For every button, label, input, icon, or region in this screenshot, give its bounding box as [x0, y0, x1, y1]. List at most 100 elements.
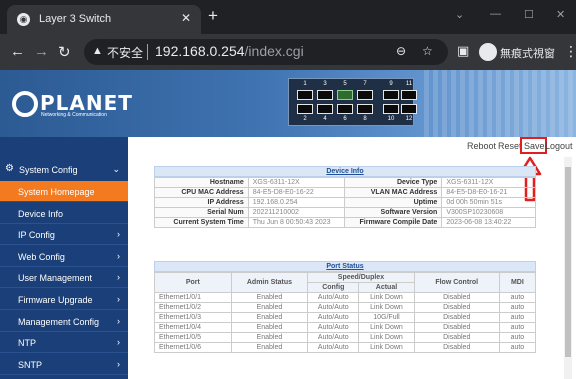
switch-port-10[interactable]	[383, 104, 399, 114]
incognito-label[interactable]: 無痕式視窗	[500, 45, 555, 61]
sidebar-item-sntp[interactable]: SNTP ›	[0, 354, 128, 375]
mdi: auto	[498, 302, 537, 313]
scrollbar-thumb[interactable]	[565, 167, 571, 357]
switch-port-5[interactable]	[337, 90, 353, 100]
browser-tab[interactable]: ◉ Layer 3 Switch ✕	[7, 5, 201, 34]
field-value: 2023-06-08 13:40:22	[441, 217, 536, 228]
sidebar-item-management-config[interactable]: Management Config ›	[0, 311, 128, 332]
speed-actual: Link Down	[358, 342, 415, 353]
forward-icon[interactable]: →	[34, 43, 49, 60]
city-graphic	[424, 70, 576, 137]
switch-port-2[interactable]	[297, 104, 313, 114]
browser-toolbar: ← → ↻ ▲ 不安全 192.168.0.254/index.cgi ⊖ ☆ …	[0, 34, 576, 70]
col-admin-status: Admin Status	[230, 272, 309, 293]
switch-port-4[interactable]	[317, 104, 333, 114]
field-value: V300SP10230608	[441, 207, 536, 218]
switch-port-3[interactable]	[317, 90, 333, 100]
port-number: 3	[323, 81, 327, 87]
field-label: Serial Num	[154, 207, 249, 218]
close-window-icon[interactable]: ✕	[556, 8, 565, 21]
col-config: Config	[307, 282, 360, 293]
tab-search-icon[interactable]: ⌄	[455, 8, 464, 21]
switch-port-7[interactable]	[357, 90, 373, 100]
table-row: Serial Num 202211210002 Software Version V3…	[154, 207, 536, 218]
sidebar-group-system-config[interactable]: ⚙ System Config ⌄	[0, 159, 128, 181]
sidebar-item-web-config[interactable]: Web Config ›	[0, 246, 128, 267]
sidebar-item-label: Firmware Upgrade	[18, 295, 93, 305]
minimize-icon[interactable]: —	[490, 8, 501, 20]
switch-port-1[interactable]	[297, 90, 313, 100]
reboot-link[interactable]: Reboot	[467, 141, 496, 151]
admin-status: Enabled	[230, 342, 309, 353]
save-link[interactable]: Save	[524, 141, 545, 151]
sidebar-group-label: System Config	[19, 165, 78, 175]
sidebar-item-user-management[interactable]: User Management ›	[0, 267, 128, 289]
port-name: Ethernet1/0/2	[154, 302, 232, 313]
reload-icon[interactable]: ↻	[58, 43, 71, 61]
sidebar-item-firmware-upgrade[interactable]: Firmware Upgrade ›	[0, 289, 128, 310]
sidebar-item-device-info[interactable]: Device Info	[0, 203, 128, 224]
incognito-icon[interactable]	[479, 43, 497, 61]
admin-status: Enabled	[230, 312, 309, 323]
admin-status: Enabled	[230, 332, 309, 343]
sidebar-item-label: Web Config	[18, 251, 65, 262]
close-tab-icon[interactable]: ✕	[181, 11, 191, 25]
port-number: 4	[323, 116, 327, 122]
switch-port-6[interactable]	[337, 104, 353, 114]
col-actual: Actual	[358, 282, 415, 293]
reset-link[interactable]: Reset	[498, 141, 522, 151]
speed-actual: 10G/Full	[358, 312, 415, 323]
mdi: auto	[498, 342, 537, 353]
port-status-table: Port Admin Status Speed/Duplex Flow Cont…	[154, 272, 537, 353]
port-number: 5	[343, 81, 347, 87]
port-name: Ethernet1/0/3	[154, 312, 232, 323]
sidebar-item-ip-config[interactable]: IP Config ›	[0, 224, 128, 246]
address-bar[interactable]: ▲ 不安全 192.168.0.254/index.cgi ⊖ ☆	[84, 39, 448, 65]
field-label: VLAN MAC Address	[343, 187, 443, 198]
mdi: auto	[498, 292, 537, 303]
speed-actual: Link Down	[358, 292, 415, 303]
col-port: Port	[154, 272, 232, 293]
more-menu-icon[interactable]: ⋮	[564, 43, 576, 60]
port-name: Ethernet1/0/1	[154, 292, 232, 303]
bookmark-star-icon[interactable]: ☆	[422, 44, 433, 58]
switch-port-12[interactable]	[401, 104, 417, 114]
insecure-label[interactable]: 不安全	[107, 44, 143, 61]
sidebar-item-label: Management Config	[18, 316, 100, 327]
zoom-icon[interactable]: ⊖	[396, 44, 406, 58]
new-tab-icon[interactable]: +	[208, 6, 218, 26]
table-row: Ethernet1/0/5 Enabled Auto/Auto Link Down Di…	[154, 332, 537, 343]
device-info-title[interactable]: Device Info	[154, 166, 536, 177]
table-row: Ethernet1/0/1 Enabled Auto/Auto Link Down Di…	[154, 292, 537, 303]
flow-control: Disabled	[413, 322, 500, 333]
flow-control: Disabled	[413, 342, 500, 353]
port-number: 1	[303, 81, 307, 87]
flow-control: Disabled	[413, 302, 500, 313]
sidebar-item-ntp[interactable]: NTP ›	[0, 332, 128, 354]
table-row: Hostname XGS-6311-12X Device Type XGS-6311-…	[154, 177, 536, 188]
chevron-right-icon: ›	[117, 294, 120, 304]
switch-port-8[interactable]	[357, 104, 373, 114]
port-number: 10	[387, 116, 395, 122]
port-status-title[interactable]: Port Status	[154, 261, 536, 272]
switch-port-9[interactable]	[383, 90, 399, 100]
port-number: 12	[405, 116, 413, 122]
col-mdi: MDI	[498, 272, 537, 293]
browser-tab-strip: ◉ Layer 3 Switch ✕ + ⌄ — ☐ ✕	[0, 0, 576, 34]
flow-control: Disabled	[413, 312, 500, 323]
logout-link[interactable]: Logout	[545, 141, 573, 151]
field-value: 192.168.0.254	[247, 197, 345, 208]
field-label: Device Type	[343, 177, 443, 188]
switch-port-11[interactable]	[401, 90, 417, 100]
maximize-icon[interactable]: ☐	[524, 8, 534, 21]
speed-actual: Link Down	[358, 302, 415, 313]
back-icon[interactable]: ←	[10, 43, 25, 60]
sidebar-item-system-homepage[interactable]: System Homepage	[0, 181, 128, 202]
table-row: Ethernet1/0/2 Enabled Auto/Auto Link Down Di…	[154, 302, 537, 313]
warning-icon[interactable]: ▲	[92, 45, 103, 57]
side-panel-icon[interactable]: ▣	[457, 43, 469, 59]
url-text[interactable]: 192.168.0.254/index.cgi	[155, 43, 304, 59]
field-value: 202211210002	[247, 207, 345, 218]
sidebar: ⚙ System Config ⌄ System Homepage Device …	[0, 137, 128, 379]
sidebar-item-label: User Management	[18, 273, 93, 284]
